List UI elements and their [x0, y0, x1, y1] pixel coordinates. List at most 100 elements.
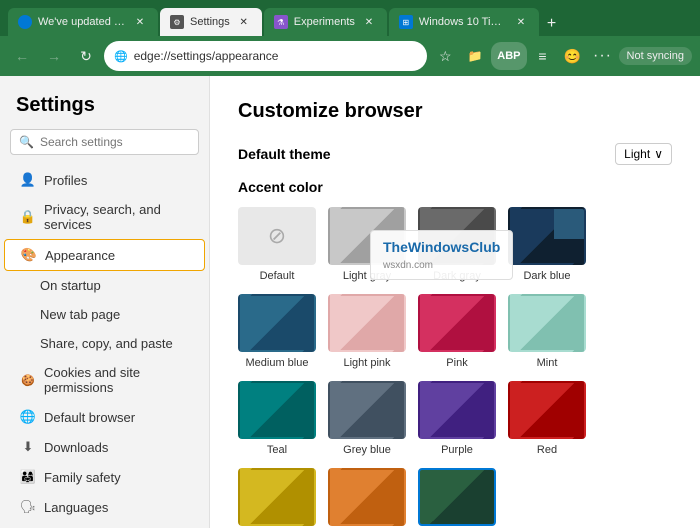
sidebar-item-startup[interactable]: On startup [4, 271, 205, 300]
new-tab-button[interactable]: + [541, 12, 562, 36]
languages-icon: 🗣 [20, 499, 36, 515]
default-browser-icon: 🌐 [20, 409, 36, 425]
color-grid: Default Light gray Dark gray Dark blue Mediu… [238, 207, 672, 528]
color-label-purple: Purple [441, 444, 473, 456]
family-icon: 👨‍👩‍👧 [20, 469, 36, 485]
browser-window: We've updated you to t... ✕ ⚙ Settings ✕… [0, 0, 700, 528]
color-swatch-medium-blue [238, 294, 316, 352]
color-item-yellow[interactable]: Yellow [238, 468, 316, 528]
color-label-default: Default [260, 270, 295, 282]
not-syncing-button[interactable]: Not syncing [619, 47, 692, 65]
sidebar-item-profiles[interactable]: 👤 Profiles [4, 165, 205, 195]
tab-1-close[interactable]: ✕ [132, 14, 148, 30]
color-swatch-dark-gray [418, 207, 496, 265]
color-item-medium-blue[interactable]: Medium blue [238, 294, 316, 369]
nav-right: ☆ 📁 ABP ≡ 😊 ··· Not syncing [431, 42, 692, 70]
cookies-icon: 🍪 [20, 372, 36, 388]
color-swatch-red [508, 381, 586, 439]
color-label-dark-blue: Dark blue [523, 270, 570, 282]
tab-2[interactable]: ⚙ Settings ✕ [160, 8, 262, 36]
tab-1-label: We've updated you to t... [38, 16, 126, 28]
sidebar-item-new-tab[interactable]: New tab page [4, 300, 205, 329]
sidebar-item-privacy[interactable]: 🔒 Privacy, search, and services [4, 195, 205, 239]
collections-button[interactable]: 📁 [461, 42, 489, 70]
sidebar-item-cookies[interactable]: 🍪 Cookies and site permissions [4, 358, 205, 402]
color-label-pink: Pink [446, 357, 467, 369]
color-item-light-gray[interactable]: Light gray [328, 207, 406, 282]
color-swatch-green [418, 468, 496, 526]
color-item-purple[interactable]: Purple [418, 381, 496, 456]
tab-4-close[interactable]: ✕ [513, 14, 529, 30]
search-input[interactable] [40, 135, 195, 149]
color-swatch-purple [418, 381, 496, 439]
tab-4[interactable]: ⊞ Windows 10 Tips, Tric... ✕ [389, 8, 539, 36]
color-item-light-pink[interactable]: Light pink [328, 294, 406, 369]
color-label-red: Red [537, 444, 557, 456]
family-label: Family safety [44, 470, 121, 485]
abp-button[interactable]: ABP [491, 42, 526, 70]
accent-color-label: Accent color [238, 179, 672, 195]
color-item-orange[interactable]: Orange [328, 468, 406, 528]
color-item-green[interactable]: Green [418, 468, 496, 528]
color-swatch-light-pink [328, 294, 406, 352]
page-title: Customize browser [238, 100, 672, 123]
back-button[interactable]: ← [8, 42, 36, 70]
color-swatch-default [238, 207, 316, 265]
color-item-pink[interactable]: Pink [418, 294, 496, 369]
color-item-teal[interactable]: Teal [238, 381, 316, 456]
tab-2-label: Settings [190, 16, 230, 28]
edge-icon: 🌐 [114, 50, 128, 63]
tab-3-close[interactable]: ✕ [361, 14, 377, 30]
sidebar-item-printers[interactable]: 🖨 Printers [4, 522, 205, 528]
sidebar-item-family[interactable]: 👨‍👩‍👧 Family safety [4, 462, 205, 492]
color-item-dark-blue[interactable]: Dark blue [508, 207, 586, 282]
tab-4-favicon: ⊞ [399, 15, 413, 29]
profiles-label: Profiles [44, 173, 87, 188]
color-item-red[interactable]: Red [508, 381, 586, 456]
feedback-button[interactable]: 😊 [559, 42, 587, 70]
star-button[interactable]: ☆ [431, 42, 459, 70]
color-swatch-yellow [238, 468, 316, 526]
tab-bar: We've updated you to t... ✕ ⚙ Settings ✕… [0, 0, 700, 36]
color-swatch-teal [238, 381, 316, 439]
color-item-dark-gray[interactable]: Dark gray [418, 207, 496, 282]
sidebar-item-default-browser[interactable]: 🌐 Default browser [4, 402, 205, 432]
tab-4-label: Windows 10 Tips, Tric... [419, 16, 507, 28]
hub-button[interactable]: ≡ [529, 42, 557, 70]
sidebar-item-languages[interactable]: 🗣 Languages [4, 492, 205, 522]
color-label-light-gray: Light gray [343, 270, 391, 282]
sidebar-item-share[interactable]: Share, copy, and paste [4, 329, 205, 358]
tab-2-close[interactable]: ✕ [236, 14, 252, 30]
sidebar-title: Settings [0, 86, 209, 129]
sidebar: Settings 🔍 👤 Profiles 🔒 Privacy, search,… [0, 76, 210, 528]
color-swatch-grey-blue [328, 381, 406, 439]
tab-1[interactable]: We've updated you to t... ✕ [8, 8, 158, 36]
downloads-icon: ⬇ [20, 439, 36, 455]
settings-more-button[interactable]: ··· [589, 42, 617, 70]
privacy-icon: 🔒 [20, 209, 36, 225]
color-item-grey-blue[interactable]: Grey blue [328, 381, 406, 456]
tab-3[interactable]: ⚗ Experiments ✕ [264, 8, 387, 36]
address-bar[interactable]: 🌐 edge://settings/appearance [104, 41, 427, 71]
theme-value: Light [624, 147, 650, 161]
downloads-label: Downloads [44, 440, 108, 455]
forward-button[interactable]: → [40, 42, 68, 70]
color-label-teal: Teal [267, 444, 287, 456]
sidebar-item-downloads[interactable]: ⬇ Downloads [4, 432, 205, 462]
refresh-button[interactable]: ↻ [72, 42, 100, 70]
color-swatch-orange [328, 468, 406, 526]
color-label-grey-blue: Grey blue [343, 444, 391, 456]
sidebar-item-appearance[interactable]: 🎨 Appearance [4, 239, 205, 271]
search-box[interactable]: 🔍 [10, 129, 199, 155]
color-swatch-mint [508, 294, 586, 352]
languages-label: Languages [44, 500, 108, 515]
privacy-label: Privacy, search, and services [44, 202, 189, 232]
theme-dropdown[interactable]: Light ∨ [615, 143, 672, 165]
chevron-down-icon: ∨ [654, 147, 663, 161]
tab-2-favicon: ⚙ [170, 15, 184, 29]
color-item-default[interactable]: Default [238, 207, 316, 282]
appearance-label: Appearance [45, 248, 115, 263]
color-item-mint[interactable]: Mint [508, 294, 586, 369]
tab-1-favicon [18, 15, 32, 29]
color-label-mint: Mint [537, 357, 558, 369]
